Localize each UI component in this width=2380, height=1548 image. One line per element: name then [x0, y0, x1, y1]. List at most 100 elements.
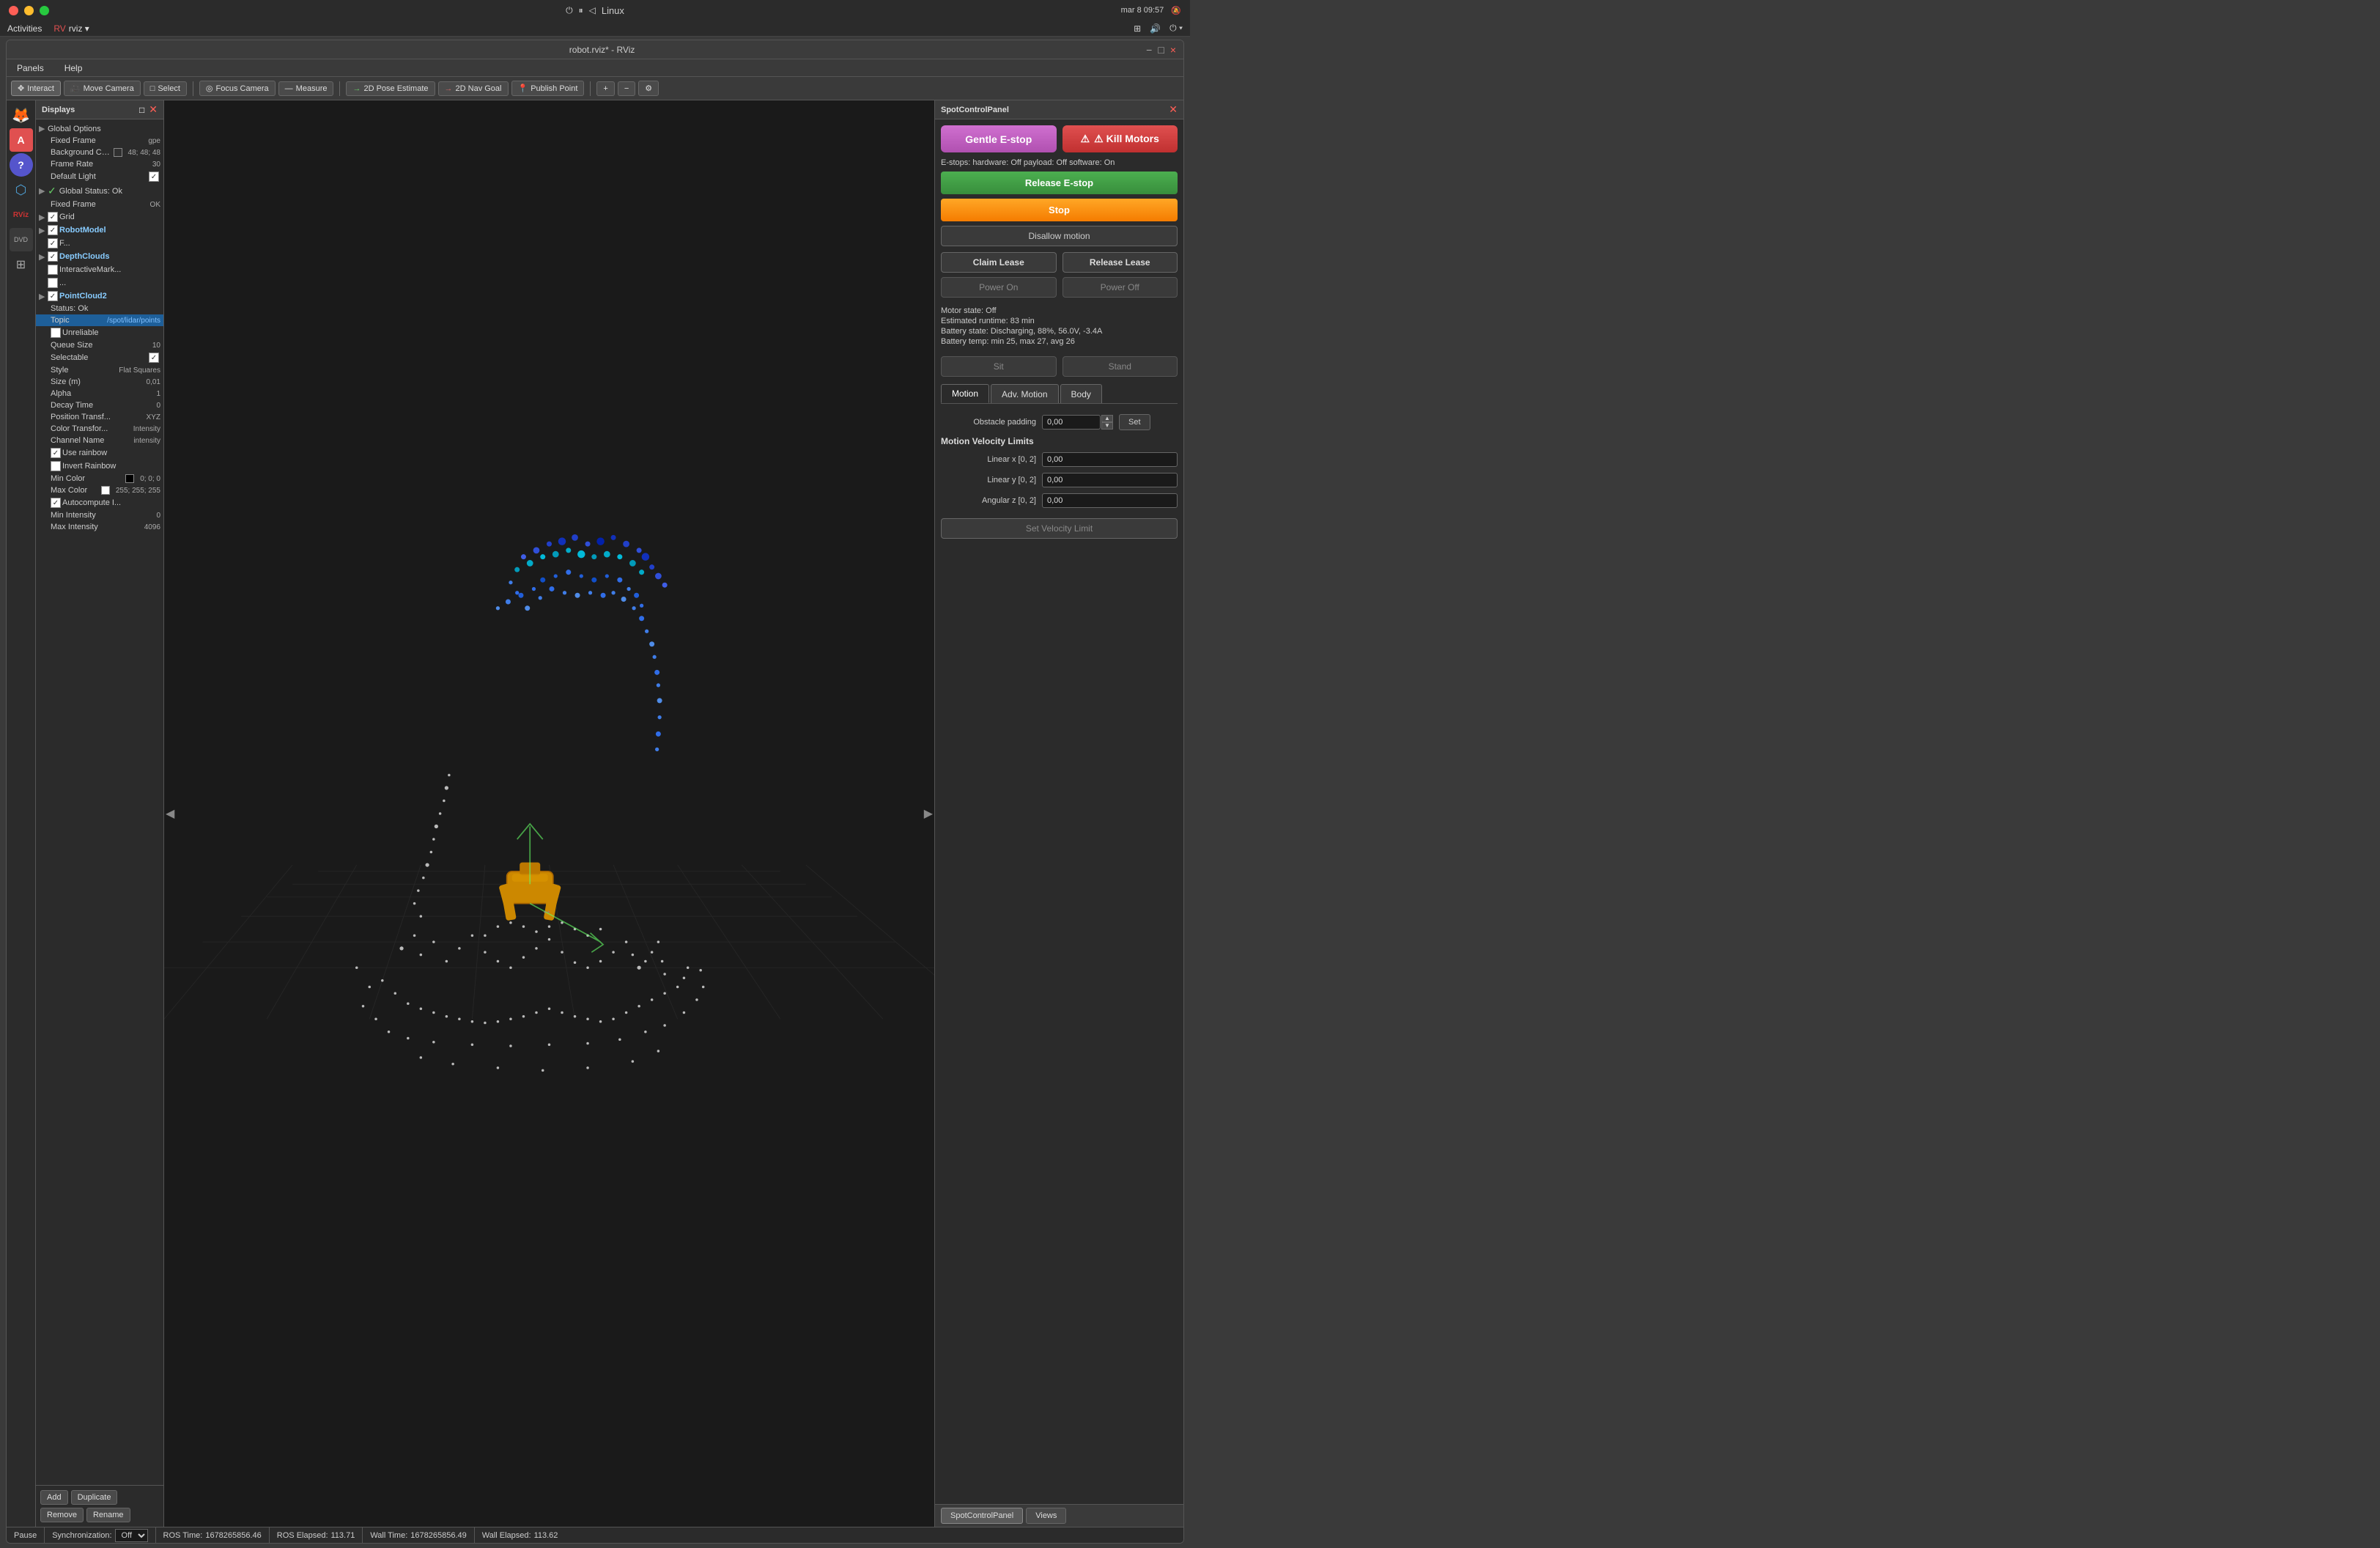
tree-item-dots[interactable]: ▶ ...: [36, 276, 163, 290]
tree-item-alpha[interactable]: Alpha 1: [36, 388, 163, 399]
sidebar-icon-text-editor[interactable]: A: [10, 128, 33, 152]
pointcloud2-checkbox[interactable]: [48, 291, 58, 301]
close-button[interactable]: [9, 6, 18, 15]
tree-item-grid[interactable]: ▶ Grid: [36, 210, 163, 224]
app-maximize-btn[interactable]: □: [1158, 44, 1164, 56]
selectable-checkbox[interactable]: [149, 353, 159, 363]
sync-dropdown[interactable]: Off On: [115, 1529, 148, 1542]
tree-item-style[interactable]: Style Flat Squares: [36, 364, 163, 376]
tree-item-pos-transform[interactable]: Position Transf... XYZ: [36, 411, 163, 423]
tab-adv-motion-btn[interactable]: Adv. Motion: [991, 384, 1058, 403]
toolbar-pose-btn[interactable]: → 2D Pose Estimate: [346, 81, 435, 96]
toolbar-plus-btn[interactable]: +: [596, 81, 614, 96]
tree-item-decay-time[interactable]: Decay Time 0: [36, 399, 163, 411]
obstacle-padding-input[interactable]: [1042, 415, 1101, 430]
sidebar-icon-firefox[interactable]: 🦊: [10, 103, 33, 127]
interactivemark-checkbox[interactable]: [48, 265, 58, 275]
tree-item-min-intensity[interactable]: Min Intensity 0: [36, 509, 163, 521]
power-on-btn[interactable]: Power On: [941, 277, 1057, 298]
tree-item-max-color[interactable]: Max Color 255; 255; 255: [36, 484, 163, 496]
depthclouds-checkbox[interactable]: [48, 251, 58, 262]
obstacle-padding-up-btn[interactable]: ▲: [1101, 415, 1113, 422]
power-off-btn[interactable]: Power Off: [1062, 277, 1178, 298]
sidebar-icon-dvd[interactable]: DVD: [10, 228, 33, 251]
tree-item-channel-name[interactable]: Channel Name intensity: [36, 435, 163, 446]
use-rainbow-checkbox[interactable]: [51, 448, 61, 458]
default-light-checkbox[interactable]: [149, 172, 159, 182]
linear-y-input[interactable]: [1042, 473, 1178, 487]
angular-z-input[interactable]: [1042, 493, 1178, 508]
remove-display-btn[interactable]: Remove: [40, 1508, 84, 1522]
viewport-right-arrow[interactable]: ▶: [924, 806, 933, 821]
tree-item-global-options[interactable]: ▶ Global Options: [36, 122, 163, 135]
tree-item-interactivemark[interactable]: ▶ InteractiveMark...: [36, 263, 163, 276]
tree-item-fixed-frame-2[interactable]: Fixed Frame OK: [36, 199, 163, 210]
pause-btn[interactable]: Pause: [14, 1531, 37, 1540]
unreliable-checkbox[interactable]: [51, 328, 61, 338]
toolbar-measure-btn[interactable]: — Measure: [278, 81, 334, 96]
tab-body-btn[interactable]: Body: [1060, 384, 1102, 403]
toolbar-focus-btn[interactable]: ◎ Focus Camera: [199, 81, 276, 96]
obstacle-padding-down-btn[interactable]: ▼: [1101, 422, 1113, 430]
tree-item-size[interactable]: Size (m) 0,01: [36, 376, 163, 388]
tab-motion-btn[interactable]: Motion: [941, 384, 989, 403]
f-checkbox[interactable]: [48, 238, 58, 248]
stop-btn[interactable]: Stop: [941, 199, 1178, 221]
rviz-menu[interactable]: RV rviz ▾: [53, 23, 89, 34]
3d-viewport[interactable]: ↔ ◀ ▶: [164, 100, 934, 1527]
menubar-help[interactable]: Help: [60, 62, 87, 75]
release-estop-btn[interactable]: Release E-stop: [941, 172, 1178, 194]
viewport-left-arrow[interactable]: ◀: [166, 806, 174, 821]
robotmodel-checkbox[interactable]: [48, 225, 58, 235]
sidebar-icon-help[interactable]: ?: [10, 153, 33, 177]
toolbar-interact-btn[interactable]: ✥ Interact: [11, 81, 61, 96]
sit-btn[interactable]: Sit: [941, 356, 1057, 377]
add-display-btn[interactable]: Add: [40, 1490, 68, 1505]
activities-label[interactable]: Activities: [7, 23, 42, 34]
tree-item-frame-rate[interactable]: Frame Rate 30: [36, 158, 163, 170]
grid-checkbox[interactable]: [48, 212, 58, 222]
tree-item-color-transform[interactable]: Color Transfor... Intensity: [36, 423, 163, 435]
displays-panel-close[interactable]: ✕: [149, 103, 158, 116]
tree-item-default-light[interactable]: Default Light: [36, 170, 163, 183]
tree-item-fixed-frame[interactable]: Fixed Frame gpe: [36, 135, 163, 147]
toolbar-minus-btn[interactable]: −: [618, 81, 635, 96]
maximize-button[interactable]: [40, 6, 49, 15]
tree-item-unreliable[interactable]: Unreliable: [36, 326, 163, 339]
toolbar-move-camera-btn[interactable]: 🎥 Move Camera: [64, 81, 141, 96]
mac-window-buttons[interactable]: [9, 6, 49, 15]
tree-item-selectable[interactable]: Selectable: [36, 351, 163, 364]
invert-rainbow-checkbox[interactable]: [51, 461, 61, 471]
toolbar-select-btn[interactable]: □ Select: [144, 81, 187, 96]
tree-item-f[interactable]: ▶ F...: [36, 237, 163, 250]
menubar-panels[interactable]: Panels: [12, 62, 48, 75]
claim-lease-btn[interactable]: Claim Lease: [941, 252, 1057, 273]
minimize-button[interactable]: [24, 6, 34, 15]
dots-checkbox[interactable]: [48, 278, 58, 288]
tree-item-depthclouds[interactable]: ▶ DepthClouds: [36, 250, 163, 263]
tree-item-min-color[interactable]: Min Color 0; 0; 0: [36, 473, 163, 484]
tree-item-use-rainbow[interactable]: Use rainbow: [36, 446, 163, 460]
tab-spot-control[interactable]: SpotControlPanel: [941, 1508, 1023, 1524]
tree-item-topic[interactable]: Topic /spot/lidar/points: [36, 314, 163, 326]
toolbar-settings-btn[interactable]: ⚙: [638, 81, 659, 96]
tree-item-pointcloud2[interactable]: ▶ PointCloud2: [36, 290, 163, 303]
tree-item-status-ok[interactable]: Status: Ok: [36, 303, 163, 314]
toolbar-navgoal-btn[interactable]: → 2D Nav Goal: [438, 81, 509, 96]
tree-item-global-status[interactable]: ▶ ✓Global Status: Ok: [36, 183, 163, 199]
app-minimize-btn[interactable]: −: [1146, 44, 1152, 56]
linear-x-input[interactable]: [1042, 452, 1178, 467]
spot-panel-close-btn[interactable]: ✕: [1169, 103, 1178, 116]
tree-item-robotmodel[interactable]: ▶ RobotModel: [36, 224, 163, 237]
gentle-estop-btn[interactable]: Gentle E-stop: [941, 125, 1057, 152]
rename-display-btn[interactable]: Rename: [86, 1508, 130, 1522]
tab-views[interactable]: Views: [1026, 1508, 1066, 1524]
tree-item-autocompute[interactable]: Autocompute I...: [36, 496, 163, 509]
sidebar-icon-rviz[interactable]: RViz: [10, 203, 33, 226]
disallow-motion-btn[interactable]: Disallow motion: [941, 226, 1178, 246]
sidebar-icon-grid[interactable]: ⊞: [10, 253, 33, 276]
app-close-btn[interactable]: ×: [1170, 44, 1176, 56]
autocompute-checkbox[interactable]: [51, 498, 61, 508]
tree-item-invert-rainbow[interactable]: Invert Rainbow: [36, 460, 163, 473]
kill-motors-btn[interactable]: ⚠ ⚠ Kill Motors: [1062, 125, 1178, 152]
